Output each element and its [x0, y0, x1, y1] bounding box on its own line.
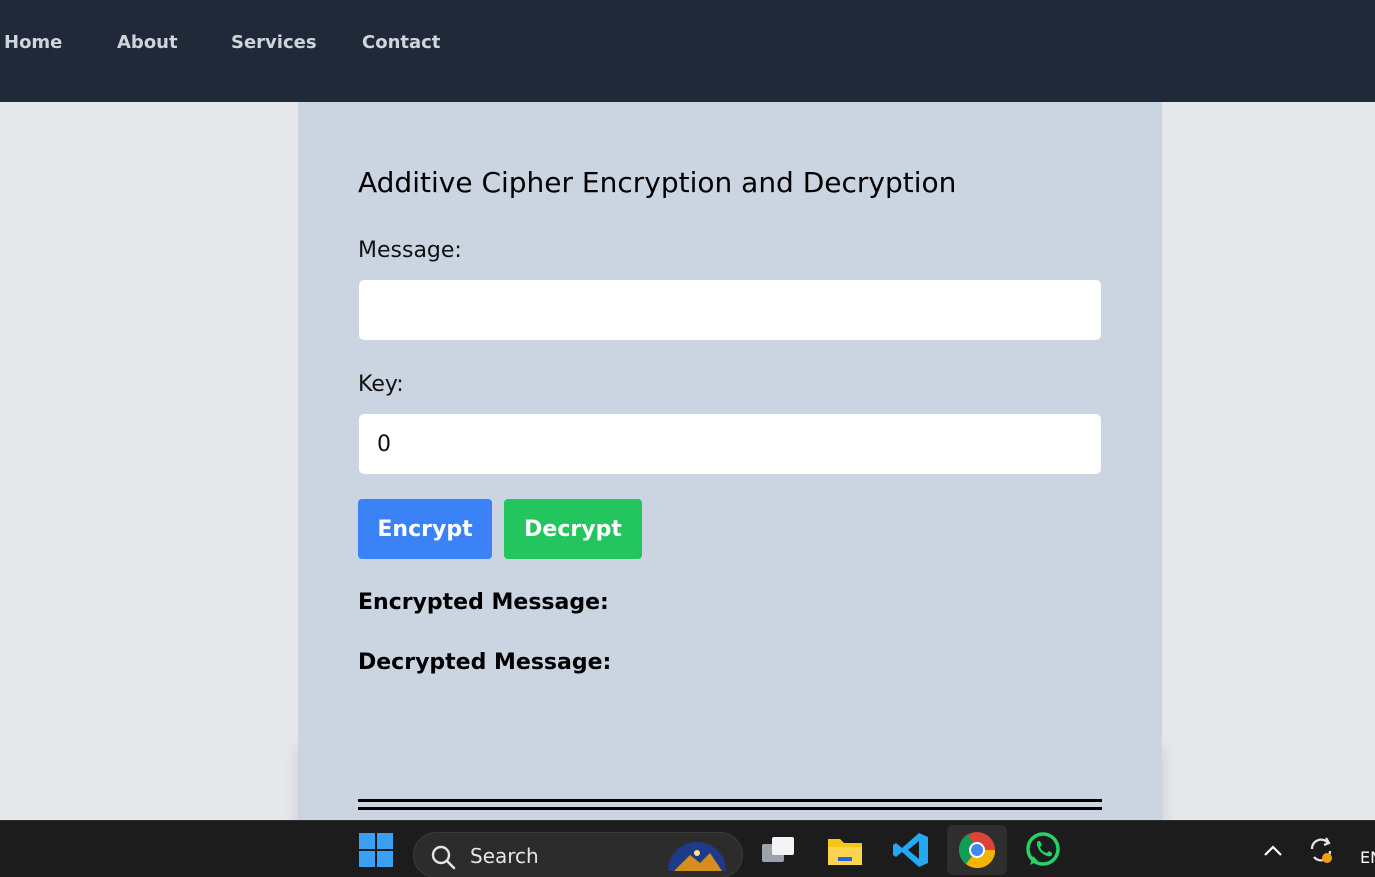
file-explorer-icon[interactable] — [824, 829, 866, 871]
whatsapp-icon[interactable] — [1022, 829, 1064, 871]
divider-line — [358, 799, 1102, 802]
vscode-icon[interactable] — [890, 829, 932, 871]
tray-language-indicator[interactable]: EN — [1360, 848, 1375, 867]
encrypted-message-label: Encrypted Message: — [358, 590, 609, 615]
encrypt-button[interactable]: Encrypt — [358, 499, 492, 559]
divider-line — [358, 807, 1102, 810]
windows-start-icon[interactable] — [356, 829, 396, 871]
key-label: Key: — [358, 372, 404, 397]
decrypt-button[interactable]: Decrypt — [504, 499, 642, 559]
key-input[interactable] — [358, 413, 1102, 475]
nav-link-contact[interactable]: Contact — [362, 32, 440, 53]
nav-link-home[interactable]: Home — [4, 32, 62, 53]
windows-taskbar: Search E — [0, 820, 1375, 877]
task-view-icon[interactable] — [758, 829, 800, 871]
taskbar-search-box[interactable]: Search — [413, 832, 743, 877]
decrypted-message-label: Decrypted Message: — [358, 650, 612, 675]
search-label: Search — [470, 844, 539, 868]
nav-link-services[interactable]: Services — [231, 32, 317, 53]
chrome-icon[interactable] — [956, 829, 998, 871]
search-highlight-icon — [664, 839, 730, 877]
message-input[interactable] — [358, 279, 1102, 341]
search-icon — [430, 844, 456, 874]
top-navbar: Home About Services Contact — [0, 0, 1375, 102]
cipher-panel: Additive Cipher Encryption and Decryptio… — [298, 102, 1162, 820]
nav-link-about[interactable]: About — [117, 32, 178, 53]
sync-icon[interactable] — [1304, 829, 1338, 871]
chevron-up-icon[interactable] — [1258, 829, 1288, 871]
page-title: Additive Cipher Encryption and Decryptio… — [358, 166, 957, 199]
message-label: Message: — [358, 238, 462, 263]
